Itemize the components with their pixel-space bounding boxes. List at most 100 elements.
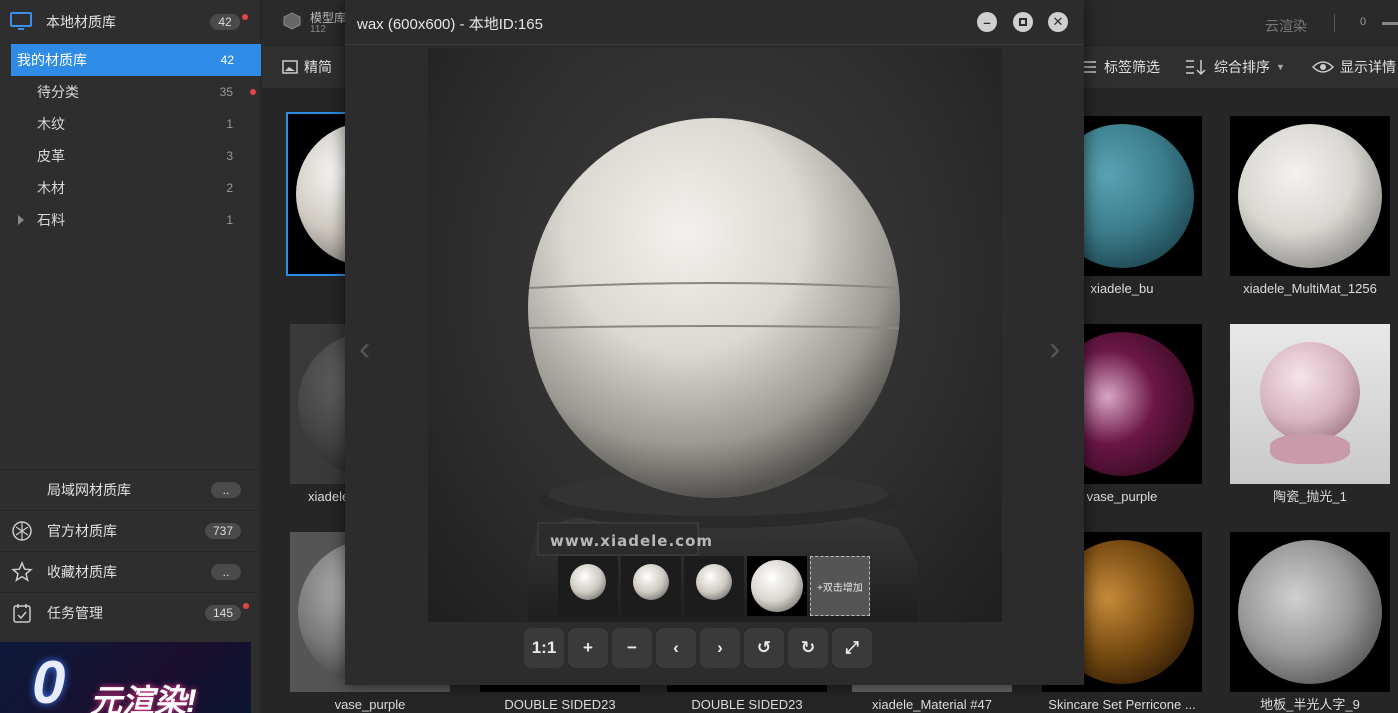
favorites-library-count: .. (211, 563, 241, 580)
next-image-arrow[interactable]: › (1049, 330, 1060, 369)
close-button[interactable]: ✕ (1048, 12, 1068, 32)
preview-thumbnail-selected[interactable] (747, 556, 807, 616)
sidebar-item-label: 我的材质库 (17, 52, 87, 68)
preview-thumbnails: +双击增加 (558, 556, 870, 616)
sidebar-item-leather[interactable]: 皮革 3 (0, 140, 260, 172)
maximize-button[interactable] (1013, 12, 1033, 32)
local-library-header[interactable]: 本地材质库 42 (0, 0, 260, 44)
material-preview-image[interactable]: www.xiadele.com (428, 48, 1002, 622)
sidebar-item-count: 1 (226, 213, 233, 227)
add-thumbnail-button[interactable]: +双击增加 (810, 556, 870, 616)
notification-dot (250, 89, 256, 95)
minimize-button[interactable]: – (977, 12, 997, 32)
sidebar-item-label: 待分类 (37, 84, 79, 100)
promo-banner-number: 0 (32, 649, 66, 713)
sidebar-item-label: 木材 (37, 180, 65, 196)
preview-watermark: www.xiadele.com (550, 532, 713, 550)
official-library-section[interactable]: 官方材质库 737 (0, 510, 261, 550)
sort-label: 综合排序 (1214, 59, 1270, 75)
preview-thumbnail[interactable] (621, 556, 681, 616)
image-icon (282, 60, 298, 74)
material-caption: xiadele_Material #47 (872, 697, 992, 712)
prev-image-arrow[interactable]: ‹ (359, 330, 370, 369)
title-divider (345, 44, 1084, 45)
preview-controls: 1:1 + − ‹ › ↺ ↻ ⤢ (524, 628, 872, 668)
sidebar-item-stone[interactable]: 石料 1 (0, 204, 260, 236)
sidebar-item-timber[interactable]: 木材 2 (0, 172, 260, 204)
divider (1334, 14, 1335, 32)
preview-thumbnail[interactable] (558, 556, 618, 616)
square-icon (1019, 18, 1027, 26)
material-card[interactable]: 陶瓷_抛光_1 (1230, 324, 1390, 510)
sidebar-item-count: 35 (219, 85, 233, 99)
material-caption: 陶瓷_抛光_1 (1273, 489, 1347, 504)
star-icon (11, 560, 33, 582)
actual-size-button[interactable]: 1:1 (524, 628, 564, 668)
model-library-count: 112 (310, 24, 326, 35)
promo-banner-text: 元渲染! (90, 683, 197, 713)
close-icon: ✕ (1052, 14, 1064, 29)
favorites-library-label: 收藏材质库 (47, 563, 117, 580)
material-pedestal (1270, 434, 1350, 464)
sidebar-item-label: 皮革 (37, 148, 65, 164)
sidebar-item-count: 3 (226, 149, 233, 163)
material-thumbnail[interactable] (1230, 324, 1390, 484)
preview-dialog: wax (600x600) - 本地ID:165 – ✕ www.xiadele… (345, 0, 1084, 685)
simple-mode-label: 精简 (304, 59, 332, 75)
material-caption: DOUBLE SIDED23 (504, 697, 616, 712)
task-management-label: 任务管理 (47, 604, 103, 621)
clipboard-check-icon (13, 603, 31, 623)
local-library-title: 本地材质库 (46, 14, 116, 30)
lan-library-section[interactable]: 局域网材质库 .. (0, 469, 261, 509)
material-caption: 地板_半光人字_9 (1260, 697, 1360, 712)
local-library-count: 42 (210, 14, 240, 30)
material-caption: Skincare Set Perricone ... (1048, 697, 1196, 712)
sidebar: 本地材质库 42 我的材质库 42 待分类 35 木纹 1 皮革 3 木材 2 … (0, 0, 261, 713)
sidebar-item-wood-grain[interactable]: 木纹 1 (0, 108, 260, 140)
promo-banner[interactable]: 0 元渲染! (0, 642, 251, 713)
dialog-title: wax (600x600) - 本地ID:165 (357, 16, 543, 33)
material-caption: DOUBLE SIDED23 (691, 697, 803, 712)
fullscreen-button[interactable]: ⤢ (832, 628, 872, 668)
material-card[interactable]: 地板_半光人字_9 (1230, 532, 1390, 713)
monitor-icon (10, 12, 32, 30)
simple-mode-button[interactable]: 精简 (282, 46, 332, 88)
sidebar-item-my-library[interactable]: 我的材质库 42 (11, 44, 261, 76)
zoom-out-button[interactable]: − (612, 628, 652, 668)
tag-filter-label: 标签筛选 (1104, 59, 1160, 75)
eye-icon (1312, 61, 1334, 73)
list-filter-icon (1084, 61, 1096, 73)
sort-icon (1186, 60, 1206, 76)
show-details-button[interactable]: 显示详情 (1312, 46, 1396, 88)
show-details-label: 显示详情 (1340, 59, 1396, 75)
notification-dot (243, 603, 249, 609)
next-button[interactable]: › (700, 628, 740, 668)
material-sphere (1260, 342, 1360, 442)
previous-button[interactable]: ‹ (656, 628, 696, 668)
expand-arrow-icon[interactable] (18, 215, 24, 225)
task-management-section[interactable]: 任务管理 145 (0, 592, 261, 632)
sidebar-item-uncategorized[interactable]: 待分类 35 (0, 76, 260, 108)
rotate-left-button[interactable]: ↺ (744, 628, 784, 668)
sidebar-item-count: 2 (226, 181, 233, 195)
minus-icon: – (983, 14, 991, 30)
cloud-render-button[interactable]: 云渲染 (1265, 16, 1307, 36)
material-caption: vase_purple (334, 697, 406, 712)
lan-library-label: 局域网材质库 (47, 481, 131, 498)
official-library-count: 737 (204, 522, 241, 539)
zoom-slider[interactable] (1382, 22, 1398, 25)
tag-filter-button[interactable]: 标签筛选 (1082, 46, 1160, 88)
wax-sphere-render: www.xiadele.com (528, 118, 918, 622)
material-thumbnail[interactable] (1230, 532, 1390, 692)
lan-library-count: .. (211, 481, 241, 498)
sidebar-item-count: 42 (220, 53, 234, 67)
sort-dropdown[interactable]: 综合排序 ▼ (1184, 46, 1285, 88)
preview-thumbnail[interactable] (684, 556, 744, 616)
material-caption: xiadele_MultiMat_1256 (1243, 281, 1377, 296)
material-thumbnail[interactable] (1230, 116, 1390, 276)
favorites-library-section[interactable]: 收藏材质库 .. (0, 551, 261, 591)
material-sphere (1238, 124, 1382, 268)
rotate-right-button[interactable]: ↻ (788, 628, 828, 668)
material-card[interactable]: xiadele_MultiMat_1256 (1230, 116, 1390, 302)
zoom-in-button[interactable]: + (568, 628, 608, 668)
